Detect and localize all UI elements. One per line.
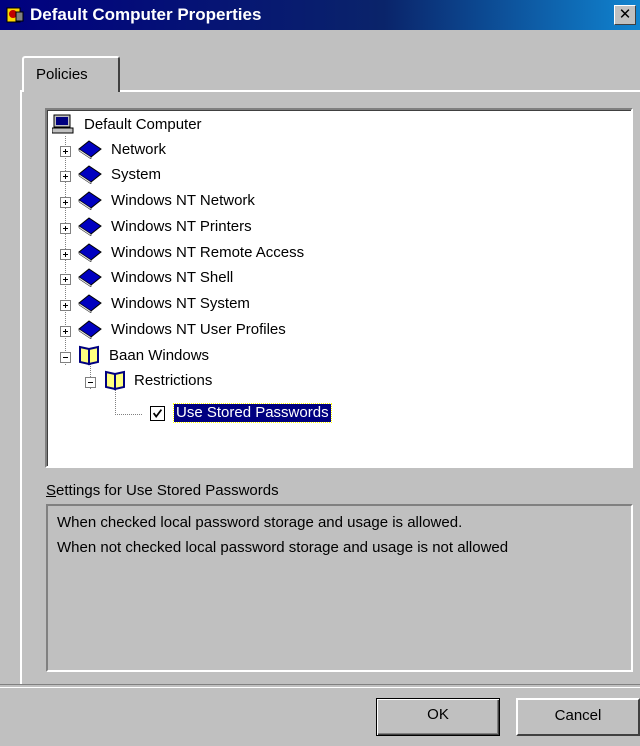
expand-icon[interactable] xyxy=(60,300,71,311)
expand-icon[interactable] xyxy=(60,249,71,260)
tree-item-label: Windows NT Shell xyxy=(111,269,234,286)
title-bar[interactable]: Default Computer Properties ✕ xyxy=(0,0,640,30)
book-closed-icon xyxy=(78,217,102,236)
policy-checkbox[interactable] xyxy=(150,406,165,421)
tab-policies-label: Policies xyxy=(36,66,88,83)
tree-item-label: Restrictions xyxy=(134,372,213,389)
expand-icon[interactable] xyxy=(60,326,71,337)
tree-item-label: Network xyxy=(111,141,167,158)
computer-icon xyxy=(52,114,74,134)
policy-app-icon xyxy=(6,7,24,23)
policy-tree[interactable]: Default Computer Network System Windows … xyxy=(45,108,633,468)
separator xyxy=(0,684,640,688)
tree-item-label: System xyxy=(111,166,162,183)
tree-policy-connector xyxy=(115,414,143,415)
expand-icon[interactable] xyxy=(60,274,71,285)
expand-icon[interactable] xyxy=(60,197,71,208)
tree-item-label: Baan Windows xyxy=(109,347,210,364)
settings-label-text: Settings for Use Stored Passwords xyxy=(46,482,279,499)
book-closed-icon xyxy=(78,320,102,339)
tree-item-label: Windows NT Printers xyxy=(111,218,252,235)
tree-item-label: Use Stored Passwords xyxy=(173,403,332,423)
tree-item-label: Windows NT System xyxy=(111,295,250,312)
tree-item-label: Windows NT Remote Access xyxy=(111,244,305,261)
settings-label: Settings for Use Stored Passwords xyxy=(46,482,279,499)
window-title: Default Computer Properties xyxy=(30,5,262,24)
book-closed-icon xyxy=(78,243,102,262)
book-open-icon xyxy=(105,370,125,391)
expand-icon[interactable] xyxy=(60,146,71,157)
settings-description-box: When checked local password storage and … xyxy=(46,504,633,672)
book-open-icon xyxy=(79,345,99,366)
collapse-icon[interactable] xyxy=(85,377,96,388)
collapse-icon[interactable] xyxy=(60,352,71,363)
expand-icon[interactable] xyxy=(60,223,71,234)
close-button[interactable]: ✕ xyxy=(614,5,636,25)
tree-root-label[interactable]: Default Computer xyxy=(84,116,202,134)
settings-line: When checked local password storage and … xyxy=(57,514,463,531)
tab-policies[interactable]: Policies xyxy=(22,56,120,92)
book-closed-icon xyxy=(78,165,102,184)
ok-button[interactable]: OK xyxy=(376,698,500,736)
book-closed-icon xyxy=(78,294,102,313)
settings-line: When not checked local password storage … xyxy=(57,539,509,556)
book-closed-icon xyxy=(78,191,102,210)
expand-icon[interactable] xyxy=(60,171,71,182)
tree-item-label: Windows NT User Profiles xyxy=(111,321,286,338)
book-closed-icon xyxy=(78,268,102,287)
tree-restrictions-line xyxy=(115,390,116,414)
cancel-button[interactable]: Cancel xyxy=(516,698,640,736)
tree-item-label: Windows NT Network xyxy=(111,192,255,209)
book-closed-icon xyxy=(78,140,102,159)
